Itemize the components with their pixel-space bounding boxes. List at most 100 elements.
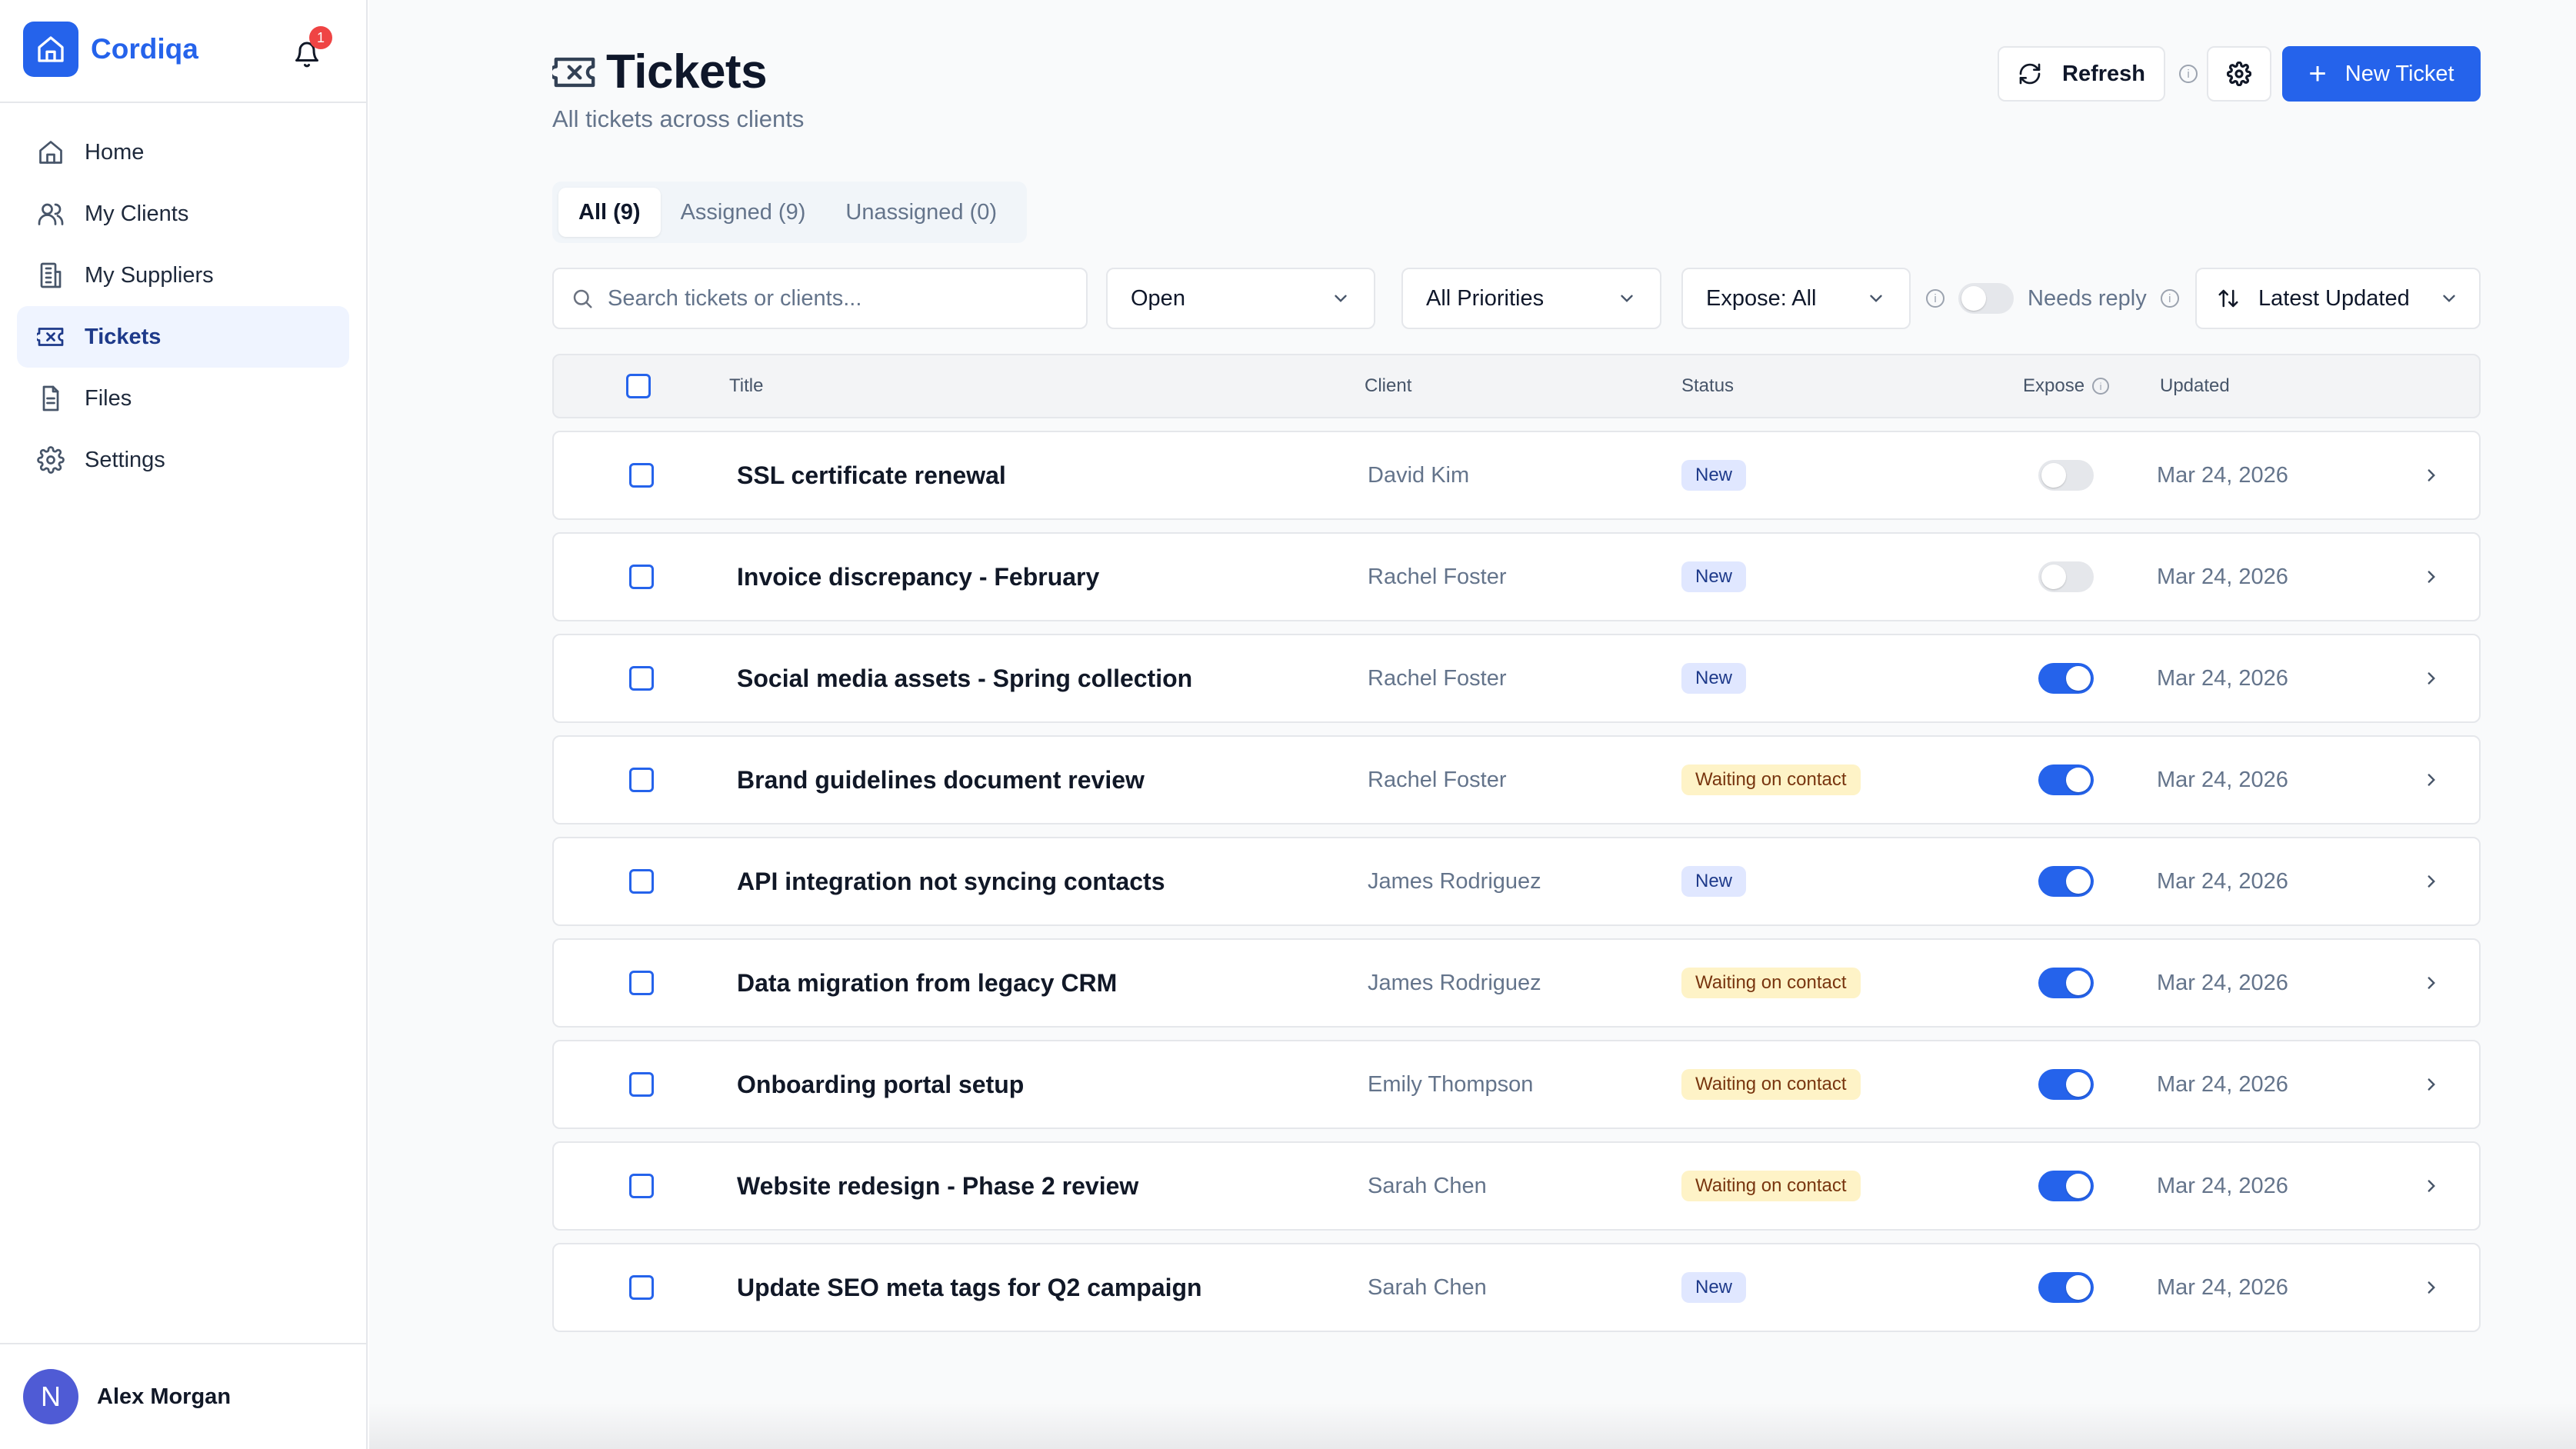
table-row[interactable]: Data migration from legacy CRM James Rodr…	[552, 938, 2481, 1028]
expose-toggle[interactable]	[2038, 663, 2094, 694]
table-row[interactable]: Website redesign - Phase 2 review Sarah C…	[552, 1141, 2481, 1231]
row-checkbox[interactable]	[629, 1244, 654, 1331]
ticket-client: Rachel Foster	[1368, 564, 1507, 589]
table-row[interactable]: Onboarding portal setup Emily Thompson Wai…	[552, 1040, 2481, 1129]
expose-toggle[interactable]	[2038, 1171, 2094, 1201]
open-ticket-button[interactable]	[2421, 534, 2441, 620]
sidebar-item-home[interactable]: Home	[17, 122, 349, 183]
column-status[interactable]: Status	[1681, 355, 1734, 417]
column-expose[interactable]: Expose i	[2023, 355, 2110, 417]
expose-toggle[interactable]	[2038, 764, 2094, 795]
status-select[interactable]: Open	[1106, 268, 1375, 329]
sidebar-item-my-suppliers[interactable]: My Suppliers	[17, 245, 349, 306]
open-ticket-button[interactable]	[2421, 635, 2441, 721]
expose-toggle[interactable]	[2038, 866, 2094, 897]
page-title: Tickets	[606, 45, 768, 98]
ticket-title[interactable]: Update SEO meta tags for Q2 campaign	[737, 1244, 1202, 1331]
table-row[interactable]: SSL certificate renewal David Kim New Mar 2…	[552, 431, 2481, 520]
ticket-title[interactable]: API integration not syncing contacts	[737, 838, 1165, 924]
toggle-knob	[2066, 1072, 2091, 1097]
main-content: Tickets All tickets across clients Refre…	[369, 0, 2576, 1449]
status-badge: New	[1681, 866, 1747, 897]
status-badge: Waiting on contact	[1681, 968, 1861, 998]
search-input[interactable]: Search tickets or clients...	[552, 268, 1088, 329]
ticket-client: James Rodriguez	[1368, 868, 1541, 894]
checkbox	[629, 971, 654, 995]
toggle-knob	[2066, 1174, 2091, 1198]
needs-reply-info-icon[interactable]: i	[2160, 289, 2179, 308]
status-cell: Waiting on contact	[1681, 1143, 1861, 1229]
settings-button[interactable]	[2207, 46, 2271, 102]
ticket-title[interactable]: SSL certificate renewal	[737, 432, 1006, 518]
table-row[interactable]: API integration not syncing contacts Jame…	[552, 837, 2481, 926]
row-checkbox[interactable]	[629, 534, 654, 620]
expose-cell	[2038, 432, 2094, 518]
expose-cell	[2038, 1041, 2094, 1128]
column-title[interactable]: Title	[729, 355, 763, 417]
ticket-title[interactable]: Social media assets - Spring collection	[737, 635, 1192, 721]
row-checkbox[interactable]	[629, 635, 654, 721]
sidebar-item-label: Files	[85, 385, 132, 411]
sidebar-item-files[interactable]: Files	[17, 368, 349, 429]
sort-select[interactable]: Latest Updated	[2195, 268, 2481, 329]
refresh-info-icon[interactable]: i	[2179, 65, 2198, 83]
column-updated[interactable]: Updated	[2160, 355, 2230, 417]
checkbox	[629, 1072, 654, 1097]
table-row[interactable]: Invoice discrepancy - February Rachel Fos…	[552, 532, 2481, 621]
priority-select[interactable]: All Priorities	[1401, 268, 1661, 329]
row-checkbox[interactable]	[629, 432, 654, 518]
chevron-right-icon	[2428, 774, 2435, 786]
sidebar-item-my-clients[interactable]: My Clients	[17, 183, 349, 245]
ticket-title[interactable]: Website redesign - Phase 2 review	[737, 1143, 1138, 1229]
new-ticket-button[interactable]: + New Ticket	[2282, 46, 2481, 102]
refresh-button[interactable]: Refresh	[1998, 46, 2165, 102]
row-checkbox[interactable]	[629, 1041, 654, 1128]
row-checkbox[interactable]	[629, 940, 654, 1026]
table-row[interactable]: Brand guidelines document review Rachel F…	[552, 735, 2481, 824]
expose-info-icon[interactable]: i	[2092, 378, 2110, 395]
toggle-knob	[2066, 1275, 2091, 1300]
ticket-updated: Mar 24, 2026	[2157, 1274, 2288, 1300]
open-ticket-button[interactable]	[2421, 838, 2441, 924]
table-row[interactable]: Update SEO meta tags for Q2 campaign Sara…	[552, 1243, 2481, 1332]
select-all-checkbox[interactable]	[626, 355, 651, 417]
sidebar-item-settings[interactable]: Settings	[17, 429, 349, 491]
expose-toggle[interactable]	[2038, 968, 2094, 998]
open-ticket-button[interactable]	[2421, 1143, 2441, 1229]
checkbox	[629, 666, 654, 691]
column-client[interactable]: Client	[1365, 355, 1411, 417]
expose-toggle[interactable]	[2038, 460, 2094, 491]
tab-all[interactable]: All (9)	[558, 188, 661, 237]
sidebar-item-label: Settings	[85, 447, 165, 472]
table-row[interactable]: Social media assets - Spring collection R…	[552, 634, 2481, 723]
ticket-updated: Mar 24, 2026	[2157, 665, 2288, 691]
open-ticket-button[interactable]	[2421, 940, 2441, 1026]
open-ticket-button[interactable]	[2421, 1041, 2441, 1128]
expose-toggle[interactable]	[2038, 1069, 2094, 1100]
row-checkbox[interactable]	[629, 1143, 654, 1229]
tab-unassigned[interactable]: Unassigned (0)	[825, 188, 1017, 237]
ticket-title[interactable]: Data migration from legacy CRM	[737, 940, 1117, 1026]
expose-select-value: Expose: All	[1706, 285, 1817, 311]
tab-assigned[interactable]: Assigned (9)	[661, 188, 826, 237]
sidebar-item-tickets[interactable]: Tickets	[17, 306, 349, 368]
brand[interactable]: Cordiqa 1	[23, 22, 343, 77]
row-checkbox[interactable]	[629, 737, 654, 823]
open-ticket-button[interactable]	[2421, 1244, 2441, 1331]
ticket-title[interactable]: Onboarding portal setup	[737, 1041, 1024, 1128]
refresh-label: Refresh	[2062, 61, 2145, 86]
expose-info-icon[interactable]: i	[1926, 289, 1944, 308]
table-header: Title Client Status Expose i Updated	[552, 354, 2481, 418]
row-checkbox[interactable]	[629, 838, 654, 924]
toggle-knob	[2041, 463, 2066, 488]
ticket-title[interactable]: Brand guidelines document review	[737, 737, 1145, 823]
open-ticket-button[interactable]	[2421, 737, 2441, 823]
user-menu[interactable]: N Alex Morgan	[23, 1369, 231, 1424]
needs-reply-toggle[interactable]	[1958, 283, 2014, 314]
open-ticket-button[interactable]	[2421, 432, 2441, 518]
notifications-button[interactable]: 1	[288, 26, 332, 74]
ticket-title[interactable]: Invoice discrepancy - February	[737, 534, 1099, 620]
expose-select[interactable]: Expose: All	[1681, 268, 1911, 329]
expose-toggle[interactable]	[2038, 561, 2094, 592]
expose-toggle[interactable]	[2038, 1272, 2094, 1303]
